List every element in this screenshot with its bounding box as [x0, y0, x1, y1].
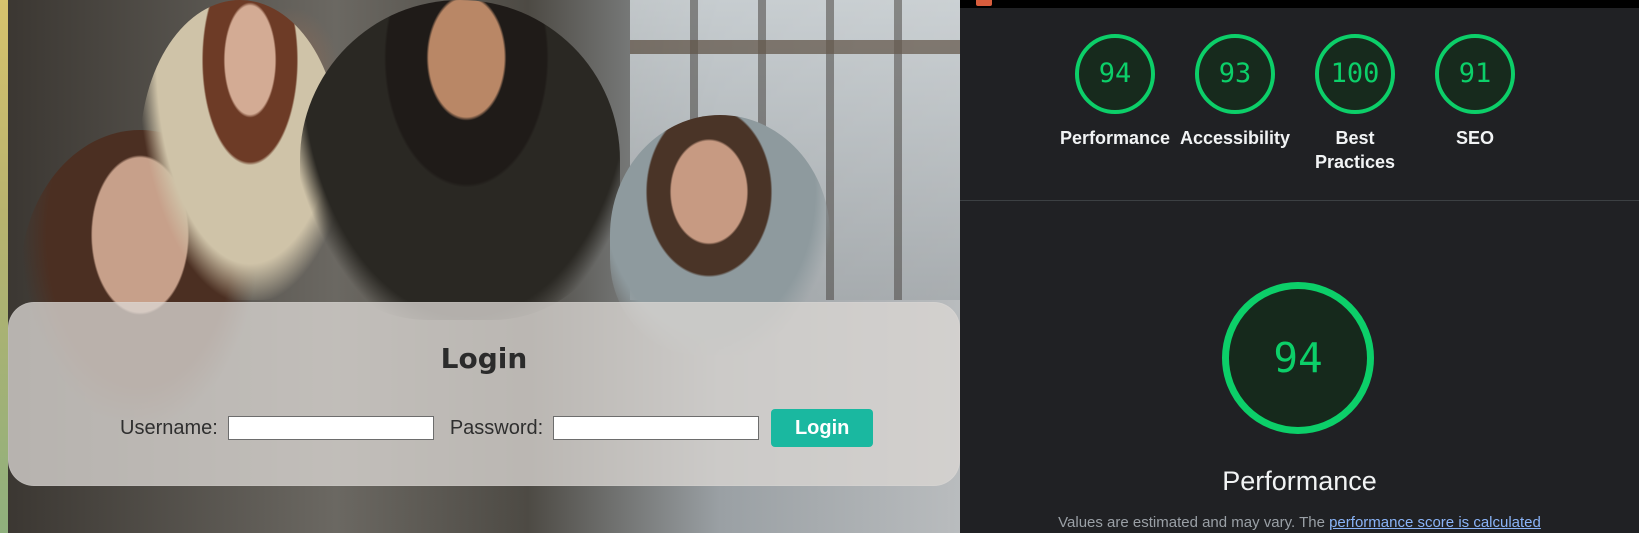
main-performance-title: Performance [1222, 466, 1377, 496]
lighthouse-tab-icon [976, 0, 992, 6]
performance-gauge: 94 [1075, 34, 1155, 114]
seo-label: SEO [1455, 128, 1494, 148]
category-scores: 94 Performance 93 Accessibility 100 Best… [1060, 34, 1540, 184]
performance-note: Values are estimated and may vary. The p… [960, 514, 1639, 531]
seo-gauge: 91 [1435, 34, 1515, 114]
performance-score: 94 [1098, 58, 1132, 89]
accessibility-score: 93 [1218, 58, 1252, 89]
login-button[interactable]: Login [771, 409, 874, 447]
performance-note-text: Values are estimated and may vary. The [1058, 514, 1330, 531]
username-input[interactable] [227, 416, 434, 440]
website-preview: Login Username: Password: Login [0, 0, 960, 533]
password-label: Password: [449, 416, 544, 439]
accessibility-gauge: 93 [1195, 34, 1275, 114]
login-form: Username: Password: Login [120, 409, 874, 447]
report-top-bar [960, 0, 1639, 8]
password-input[interactable] [553, 416, 760, 440]
main-performance-score: 94 [1273, 334, 1323, 382]
performance-label: Performance [1060, 128, 1171, 148]
best-practices-gauge: 100 [1315, 34, 1395, 114]
score-best-practices[interactable]: 100 Best Practices [1300, 34, 1410, 174]
username-label: Username: [120, 416, 218, 439]
best-practices-label: Best Practices [1314, 128, 1396, 172]
accessibility-label: Accessibility [1180, 128, 1291, 148]
score-seo[interactable]: 91 SEO [1420, 34, 1530, 150]
main-performance-gauge: 94 [1222, 282, 1374, 434]
score-accessibility[interactable]: 93 Accessibility [1180, 34, 1290, 150]
login-title: Login [440, 342, 528, 375]
lighthouse-report: 94 Performance 93 Accessibility 100 Best… [960, 0, 1639, 533]
section-divider [960, 200, 1639, 201]
person-man-center [300, 0, 620, 320]
performance-note-link[interactable]: performance score is calculated [1329, 514, 1541, 531]
best-practices-score: 100 [1330, 58, 1380, 89]
score-performance[interactable]: 94 Performance [1060, 34, 1170, 150]
left-edge-strip [0, 0, 8, 533]
login-panel: Login Username: Password: Login [8, 302, 960, 486]
seo-score: 91 [1458, 58, 1492, 89]
